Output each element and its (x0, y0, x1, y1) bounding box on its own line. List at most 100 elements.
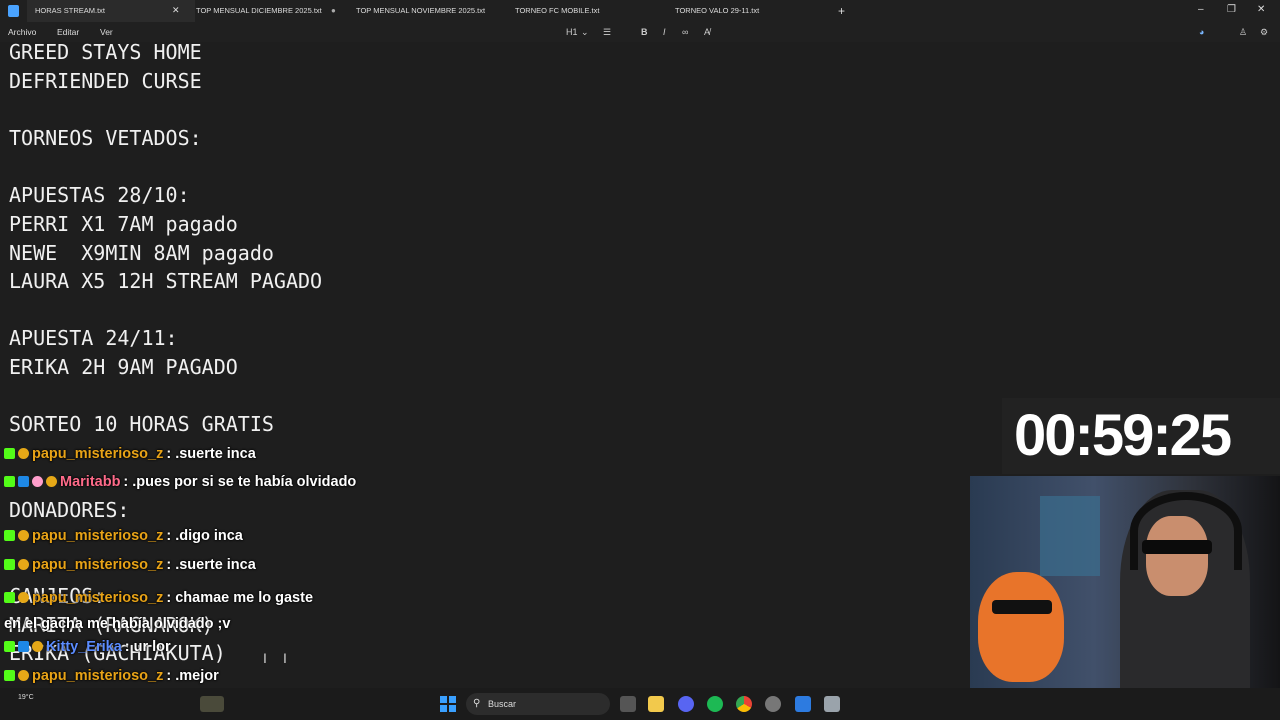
italic-button[interactable]: I (663, 22, 666, 42)
tab-label: TOP MENSUAL DICIEMBRE 2025.txt (196, 6, 322, 15)
tab-label: TOP MENSUAL NOVIEMBRE 2025.txt (356, 6, 486, 15)
kick-badge-icon (4, 476, 15, 487)
chat-username: papu_misterioso_z (32, 446, 164, 462)
tab-top-diciembre[interactable]: TOP MENSUAL DICIEMBRE 2025.txt (196, 0, 322, 22)
chat-message: papu_misterioso_z: .mejor (4, 668, 219, 684)
chat-text: .suerte inca (175, 557, 256, 573)
chat-username: papu_misterioso_z (32, 528, 164, 544)
chat-text: .mejor (175, 668, 219, 684)
webcam-feed (970, 476, 1280, 720)
charmander-plush (978, 572, 1064, 682)
chat-message: Kitty_Erika: ur lor (4, 639, 171, 655)
kick-badge-icon (4, 448, 15, 459)
crown-badge-icon (46, 476, 57, 487)
bold-button[interactable]: B (641, 22, 648, 42)
kick-badge-icon (4, 530, 15, 541)
editor-line: LAURA X5 12H STREAM PAGADO (9, 269, 323, 293)
chat-username: papu_misterioso_z (32, 557, 164, 573)
new-tab-icon[interactable]: + (838, 0, 845, 22)
weather-temp: 19°C (18, 694, 34, 701)
minimize-button[interactable]: – (1198, 0, 1204, 20)
chat-username: Maritabb (60, 474, 121, 490)
editor-line: ERIKA 2H 9AM PAGADO (9, 355, 238, 379)
chat-text: .suerte inca (175, 446, 256, 462)
maximize-button[interactable]: ❐ (1227, 0, 1236, 20)
editor-line: SORTEO 10 HORAS GRATIS (9, 412, 274, 436)
avatar-badge-icon (18, 559, 29, 570)
editor-line: PERRI X1 7AM pagado (9, 212, 238, 236)
tab-label: HORAS STREAM.txt (35, 6, 106, 15)
timer-value: 00:59:25 (1014, 403, 1232, 468)
menu-archivo[interactable]: Archivo (8, 22, 36, 42)
tab-label: TORNEO VALO 29-11.txt (675, 6, 760, 15)
kick-badge-icon (4, 670, 15, 681)
search-icon: ⚲ (473, 698, 481, 709)
account-icon[interactable]: ♙ (1239, 22, 1247, 42)
chat-username: papu_misterioso_z (32, 668, 164, 684)
spotify-icon[interactable] (707, 696, 723, 712)
clear-format-icon[interactable]: A̸ (704, 22, 710, 42)
kick-badge-icon (4, 641, 15, 652)
kick-badge-icon (4, 559, 15, 570)
widget-image-icon[interactable] (200, 696, 224, 712)
chat-text: .digo inca (175, 528, 243, 544)
chat-message: papu_misterioso_z: .suerte inca (4, 557, 256, 573)
app-icon[interactable] (765, 696, 781, 712)
title-tab-bar: HORAS STREAM.txt ✕ TOP MENSUAL DICIEMBRE… (0, 0, 1280, 22)
tab-torneo-fc-mobile[interactable]: TORNEO FC MOBILE.txt (515, 0, 599, 22)
avatar-badge-icon (18, 530, 29, 541)
search-placeholder: Buscar (488, 699, 517, 709)
moderator-badge-icon (18, 641, 29, 652)
chat-message: papu_misterioso_z: .digo inca (4, 528, 243, 544)
taskbar-search[interactable]: ⚲ Buscar (466, 693, 610, 715)
menu-ver[interactable]: Ver (100, 22, 113, 42)
notepad-app-icon (8, 5, 19, 17)
chrome-icon[interactable] (736, 696, 752, 712)
stream-chat-overlay: papu_misterioso_z: .suerte inca Maritabb… (0, 442, 400, 720)
menu-editar[interactable]: Editar (57, 22, 79, 42)
weather-widget[interactable]: 19°C (18, 693, 34, 702)
unsaved-dot-icon: ● (331, 6, 336, 15)
chat-message: papu_misterioso_z: chamae me lo gaste en… (4, 590, 314, 632)
heading-dropdown[interactable]: H1 (566, 22, 578, 42)
tab-torneo-valo[interactable]: TORNEO VALO 29-11.txt (675, 0, 759, 22)
start-windows-icon[interactable] (440, 696, 456, 712)
menu-bar: Archivo Editar Ver H1 ⌄ ☰ B I ∞ A̸ ◕ ♙ ⚙ (0, 22, 1280, 42)
copilot-icon[interactable]: ◕ (1199, 22, 1204, 42)
chat-username: papu_misterioso_z (32, 590, 164, 606)
kick-badge-icon (4, 592, 15, 603)
file-explorer-icon[interactable] (648, 696, 664, 712)
notepad-icon[interactable] (795, 696, 811, 712)
tab-label: TORNEO FC MOBILE.txt (515, 6, 600, 15)
editor-line: APUESTA 24/11: (9, 326, 178, 350)
chat-text: .pues por si se te había olvidado (132, 474, 357, 490)
calculator-icon[interactable] (824, 696, 840, 712)
list-icon[interactable]: ☰ (603, 22, 611, 42)
editor-line: DEFRIENDED CURSE (9, 69, 202, 93)
close-tab-icon[interactable]: ✕ (172, 5, 180, 16)
emote-badge-icon (32, 476, 43, 487)
editor-line: NEWE X9MIN 8AM pagado (9, 241, 274, 265)
tab-top-noviembre[interactable]: TOP MENSUAL NOVIEMBRE 2025.txt (356, 0, 485, 22)
chat-message: papu_misterioso_z: .suerte inca (4, 446, 256, 462)
chat-text: ur lor (133, 639, 171, 655)
editor-line: GREED STAYS HOME (9, 40, 202, 64)
avatar-badge-icon (18, 670, 29, 681)
discord-icon[interactable] (678, 696, 694, 712)
chat-message: Maritabb: .pues por si se te había olvid… (4, 474, 356, 490)
editor-line: TORNEOS VETADOS: (9, 126, 202, 150)
crown-badge-icon (32, 641, 43, 652)
tab-horas-stream[interactable]: HORAS STREAM.txt (27, 0, 195, 22)
settings-gear-icon[interactable]: ⚙ (1260, 22, 1268, 42)
stream-timer: 00:59:25 (1002, 398, 1280, 474)
avatar-badge-icon (18, 592, 29, 603)
avatar-badge-icon (18, 448, 29, 459)
chat-username: Kitty_Erika (46, 639, 122, 655)
task-view-icon[interactable] (620, 696, 636, 712)
editor-line: APUESTAS 28/10: (9, 183, 190, 207)
windows-taskbar: 19°C ⚲ Buscar (0, 688, 1280, 720)
chevron-down-icon: ⌄ (581, 27, 589, 37)
link-icon[interactable]: ∞ (682, 22, 688, 42)
close-window-button[interactable]: ✕ (1257, 0, 1265, 20)
moderator-badge-icon (18, 476, 29, 487)
